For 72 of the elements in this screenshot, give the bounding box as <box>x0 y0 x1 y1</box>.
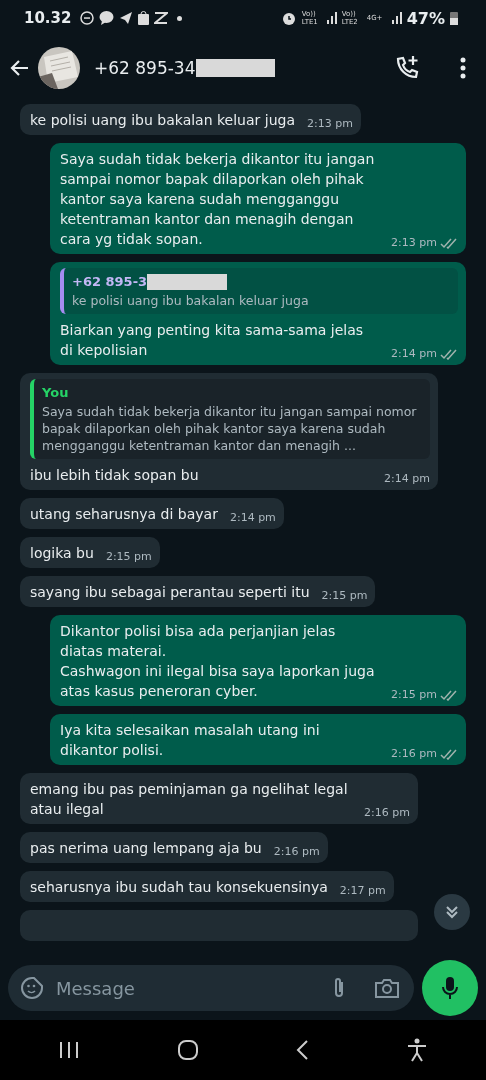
message-bubble[interactable]: You Saya sudah tidak bekerja dikantor itu jangan sampai nomor bapak dilaporkan oleh pihak kantor saya karena sudah mengganggu ketentraman kantor dan menagih ... ibu lebih tidak sopan bu 2:14 pm <box>20 373 438 490</box>
scroll-down-button[interactable] <box>434 894 470 930</box>
double-check-icon <box>440 237 458 249</box>
alarm-icon <box>280 10 297 26</box>
sticker-icon[interactable] <box>20 976 44 1000</box>
battery-percent: 47% <box>406 8 445 28</box>
quote-text: ke polisi uang ibu bakalan keluar juga <box>72 292 310 309</box>
message-text: ke polisi uang ibu bakalan keluar juga <box>30 111 295 130</box>
message-time: 2:15 pm <box>105 550 152 564</box>
message-text: sayang ibu sebagai perantau seperti itu <box>30 583 310 602</box>
quote-author: +62 895-3 <box>72 273 148 291</box>
message-bubble[interactable]: +62 895-3 ke polisi uang ibu bakalan keluar juga Biarkan yang penting kita sama-sama jelas di kepolisian 2:14 pm <box>50 262 466 365</box>
battery-icon <box>450 11 458 25</box>
message-text: seharusnya ibu sudah tau konsekuensinya <box>30 878 328 897</box>
message-bubble[interactable]: Saya sudah tidak bekerja dikantor itu jangan sampai nomor bapak dilaporkan oleh pihak kantor saya karena sudah mengganggu ketentraman kantor dan menagih dengan cara yg tidak sopan. 2:13 pm <box>50 143 466 254</box>
double-check-icon <box>440 689 458 701</box>
message-time: 2:15 pm <box>391 688 437 702</box>
message-input[interactable]: Message <box>54 976 318 1000</box>
home-icon[interactable] <box>176 1039 199 1061</box>
message-bubble[interactable]: emang ibu pas peminjaman ga ngelihat legal atau ilegal 2:16 pm <box>20 773 418 824</box>
message-bubble[interactable]: seharusnya ibu sudah tau konsekuensinya 2:17 pm <box>20 871 394 902</box>
message-bubble[interactable]: utang seharusnya di bayar 2:14 pm <box>20 498 284 529</box>
message-bubble[interactable]: Iya kita selesaikan masalah utang ini dikantor polisi. 2:16 pm <box>50 714 466 765</box>
message-text: utang seharusnya di bayar <box>30 505 218 524</box>
message-text: Dikantor polisi bisa ada perjanjian jelas diatas materai. Cashwagon ini ilegal bisa saya laporkan juga atas kasus peneroran cyber. <box>60 622 376 701</box>
quoted-message[interactable]: +62 895-3 ke polisi uang ibu bakalan keluar juga <box>60 268 458 314</box>
message-bar[interactable]: Message <box>8 965 414 1011</box>
quoted-message[interactable]: You Saya sudah tidak bekerja dikantor itu jangan sampai nomor bapak dilaporkan oleh pihak kantor saya karena sudah mengganggu ketentraman kantor dan menagih ... <box>30 379 430 459</box>
signal-icon <box>326 12 337 24</box>
shopping-bag-icon <box>138 10 150 26</box>
message-text: pas nerima uang lempang aja bu <box>30 839 262 858</box>
message-bubble[interactable]: logika bu 2:15 pm <box>20 537 160 568</box>
message-bubble[interactable]: sayang ibu sebagai perantau seperti itu 2:15 pm <box>20 576 376 607</box>
message-time: 2:16 pm <box>273 845 320 859</box>
chat-bubble-icon <box>99 10 115 26</box>
double-check-icon <box>440 348 458 360</box>
back-icon[interactable] <box>295 1039 310 1061</box>
contact-name[interactable]: +62 895-34 <box>94 58 196 78</box>
do-not-disturb-icon <box>80 10 95 26</box>
message-time: 2:15 pm <box>321 589 368 603</box>
message-time: 2:14 pm <box>229 511 276 525</box>
message-time: 2:16 pm <box>391 747 437 761</box>
recent-apps-icon[interactable] <box>58 1040 81 1060</box>
message-time: 2:14 pm <box>384 472 430 486</box>
message-time: 2:13 pm <box>391 236 437 250</box>
more-options-icon[interactable] <box>460 57 466 79</box>
message-text: Biarkan yang penting kita sama-sama jelas di kepolisian <box>60 321 365 360</box>
message-text: Saya sudah tidak bekerja dikantor itu jangan sampai nomor bapak dilaporkan oleh pihak kantor saya karena sudah mengganggu ketentraman kantor dan menagih dengan cara yg tidak sopan. <box>60 150 376 249</box>
message-bubble[interactable]: Dikantor polisi bisa ada perjanjian jelas diatas materai. Cashwagon ini ilegal bisa saya laporkan juga atas kasus peneroran cyber. 2:15 pm <box>50 615 466 706</box>
quote-text: Saya sudah tidak bekerja dikantor itu jangan sampai nomor bapak dilaporkan oleh pihak kantor saya karena sudah mengganggu ketentraman kantor dan menagih ... <box>42 403 418 454</box>
status-dot <box>177 15 183 21</box>
microphone-icon <box>440 976 460 1000</box>
message-time: 2:14 pm <box>391 347 437 361</box>
status-time: 10.32 <box>24 9 72 27</box>
paper-plane-icon <box>119 10 134 26</box>
double-check-icon <box>440 748 458 760</box>
message-bubble[interactable]: ke polisi uang ibu bakalan keluar juga 2:13 pm <box>20 104 361 135</box>
signal-icon <box>391 12 402 24</box>
message-time: 2:17 pm <box>339 884 386 898</box>
message-time: 2:16 pm <box>364 806 410 820</box>
message-text: emang ibu pas peminjaman ga ngelihat legal atau ilegal <box>30 780 349 819</box>
camera-icon[interactable] <box>374 977 400 999</box>
message-bubble[interactable]: pas nerima uang lempang aja bu 2:16 pm <box>20 832 328 863</box>
add-call-icon[interactable] <box>394 55 420 81</box>
message-text: logika bu <box>30 544 94 563</box>
message-text: Iya kita selesaikan masalah utang ini dikantor polisi. <box>60 721 321 760</box>
accessibility-icon[interactable] <box>405 1038 428 1062</box>
voice-message-button[interactable] <box>422 960 478 1016</box>
double-chevron-down-icon <box>444 904 460 920</box>
message-time: 2:13 pm <box>307 117 353 131</box>
message-text: ibu lebih tidak sopan bu <box>30 466 200 485</box>
quote-author: You <box>42 384 69 402</box>
